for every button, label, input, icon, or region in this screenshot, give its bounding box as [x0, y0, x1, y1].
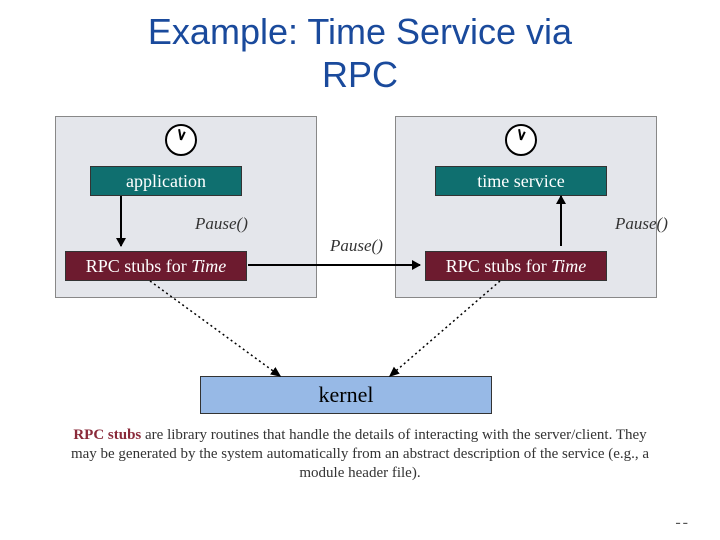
caption-lead: RPC stubs: [73, 427, 141, 443]
pause-label-right: Pause(): [615, 214, 668, 234]
rpc-stub-left-box: RPC stubs for Time: [65, 251, 247, 281]
rpc-stub-right-box: RPC stubs for Time: [425, 251, 607, 281]
diagram-area: application time service RPC stubs for T…: [0, 96, 720, 526]
slide-title: Example: Time Service via RPC: [0, 0, 720, 96]
arrow-right-icon: [248, 264, 420, 266]
arrow-up-icon: [560, 196, 562, 246]
page-marker: --: [675, 514, 690, 532]
caption-body: are library routines that handle the det…: [71, 427, 649, 481]
application-box: application: [90, 166, 242, 196]
time-service-label: time service: [477, 171, 564, 192]
kernel-box: kernel: [200, 376, 492, 414]
stub-left-label: RPC stubs for Time: [86, 256, 227, 277]
title-line2: RPC: [322, 54, 398, 95]
title-line1: Example: Time Service via: [148, 11, 572, 52]
stub-right-label: RPC stubs for Time: [446, 256, 587, 277]
kernel-label: kernel: [319, 382, 374, 408]
pause-label-left: Pause(): [195, 214, 248, 234]
application-label: application: [126, 171, 206, 192]
caption-text: RPC stubs are library routines that hand…: [70, 426, 650, 482]
time-service-box: time service: [435, 166, 607, 196]
arrow-down-icon: [120, 196, 122, 246]
pause-label-middle: Pause(): [330, 236, 383, 256]
